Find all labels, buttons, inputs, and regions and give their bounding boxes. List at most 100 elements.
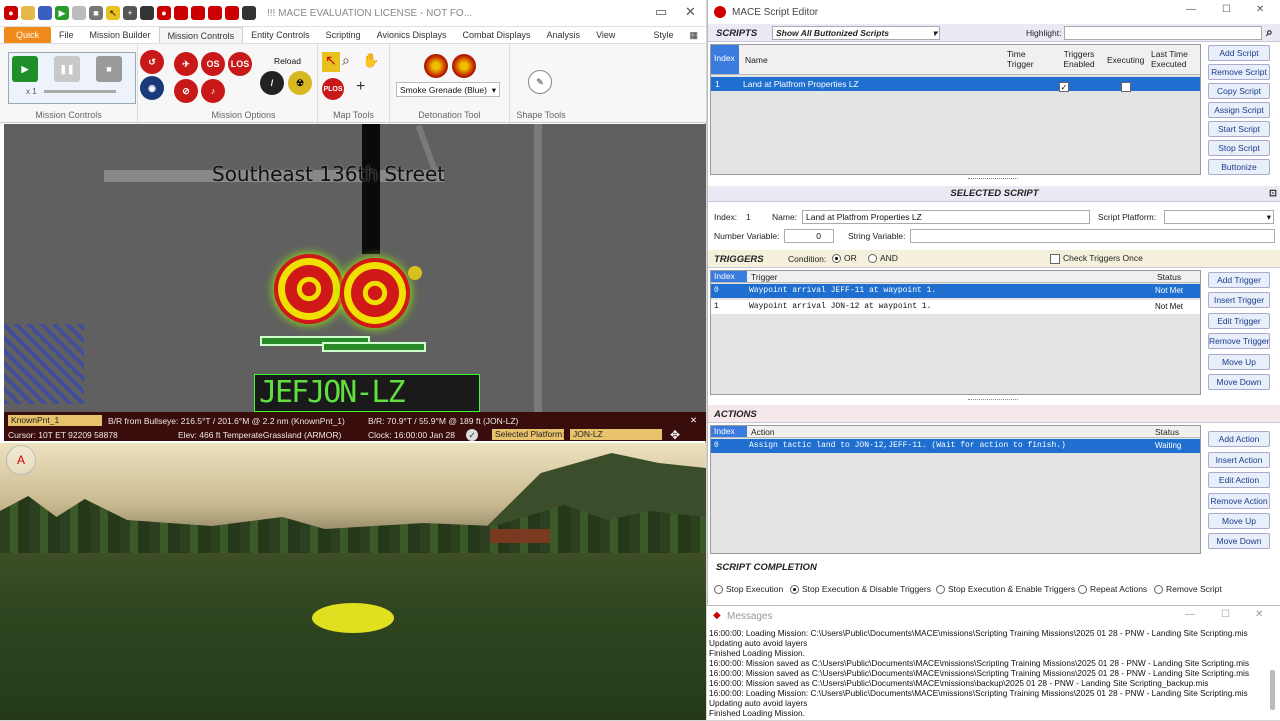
globe-icon[interactable] — [242, 6, 256, 20]
condition-or-radio[interactable]: OR — [832, 253, 857, 264]
tab-avionics-displays[interactable]: Avionics Displays — [369, 27, 455, 43]
script-name-input[interactable]: Land at Platfrom Properties LZ — [802, 210, 1090, 224]
table-row[interactable]: 0 Assign tactic land to JON-12,JEFF-11. … — [711, 439, 1200, 453]
tab-combat-displays[interactable]: Combat Displays — [455, 27, 539, 43]
remove-trigger-button[interactable]: Remove Trigger — [1208, 333, 1270, 349]
record-pause-icon[interactable] — [174, 6, 188, 20]
highlight-input[interactable] — [1064, 26, 1262, 40]
collapse-icon[interactable]: ⊡ — [1269, 186, 1277, 201]
tab-quick[interactable]: Quick — [4, 27, 52, 43]
plos-icon[interactable]: PLOS — [322, 78, 344, 100]
insert-trigger-button[interactable]: Insert Trigger — [1208, 292, 1270, 308]
insert-action-button[interactable]: Insert Action — [1208, 452, 1270, 468]
action-move-up-button[interactable]: Move Up — [1208, 513, 1270, 529]
open-icon[interactable] — [21, 6, 35, 20]
table-row[interactable]: 1 Waypoint arrival JON-12 at waypoint 1.… — [711, 300, 1200, 314]
los-icon[interactable]: LOS — [228, 52, 252, 76]
trigger-move-down-button[interactable]: Move Down — [1208, 374, 1270, 390]
completion-stop-execution-radio[interactable]: Stop Execution — [714, 584, 783, 595]
script-platform-select[interactable]: ▾ — [1164, 210, 1274, 224]
pan-hand-icon[interactable]: ✋ — [362, 52, 379, 69]
clock-check-icon[interactable]: ✓ — [466, 429, 478, 441]
no-weapon-icon[interactable]: ⊘ — [174, 79, 198, 103]
completion-stop-enable-radio[interactable]: Stop Execution & Enable Triggers — [936, 584, 1075, 595]
messages-scrollbar[interactable] — [1270, 670, 1275, 710]
add-trigger-button[interactable]: Add Trigger — [1208, 272, 1270, 288]
edit-trigger-button[interactable]: Edit Trigger — [1208, 313, 1270, 329]
executing-checkbox[interactable] — [1121, 79, 1131, 93]
grid-icon[interactable]: ▦ — [681, 27, 706, 43]
pause-button[interactable]: ❚❚ — [54, 56, 80, 82]
selected-platform-select[interactable]: JON-LZ — [570, 429, 662, 440]
number-variable-input[interactable]: 0 — [784, 229, 834, 243]
tab-mission-builder[interactable]: Mission Builder — [82, 27, 159, 43]
detonation-select[interactable]: Smoke Grenade (Blue) ▾ — [396, 82, 500, 97]
tab-entity-controls[interactable]: Entity Controls — [243, 27, 318, 43]
action-move-down-button[interactable]: Move Down — [1208, 533, 1270, 549]
tactical-map[interactable]: Southeast 136th Street JEFJON-LZ — [4, 124, 706, 412]
reset-icon[interactable]: ↺ — [140, 50, 164, 74]
audio-icon[interactable]: ♪ — [201, 79, 225, 103]
stop-script-button[interactable]: Stop Script — [1208, 140, 1270, 156]
measure-icon[interactable]: + — [356, 78, 365, 96]
minimize-icon[interactable]: — — [1186, 4, 1196, 15]
select-cursor-icon[interactable]: ↖ — [322, 52, 340, 72]
run-button[interactable]: ▶ — [12, 56, 38, 82]
record-icon[interactable]: ● — [157, 6, 171, 20]
known-point-select[interactable]: KnownPnt_1 — [8, 415, 102, 426]
trigger-move-up-button[interactable]: Move Up — [1208, 354, 1270, 370]
speed-slider[interactable] — [44, 90, 116, 93]
compass-icon[interactable]: A — [6, 445, 36, 475]
triggers-enabled-checkbox[interactable]: ✓ — [1059, 79, 1069, 93]
detonation-icon[interactable] — [424, 54, 448, 78]
tab-file[interactable]: File — [51, 27, 82, 43]
save-icon[interactable] — [38, 6, 52, 20]
weapon-icon[interactable]: ✈ — [174, 52, 198, 76]
add-action-button[interactable]: Add Action — [1208, 431, 1270, 447]
edit-action-button[interactable]: Edit Action — [1208, 472, 1270, 488]
completion-stop-disable-radio[interactable]: Stop Execution & Disable Triggers — [790, 584, 931, 595]
tab-mission-controls[interactable]: Mission Controls — [158, 27, 244, 43]
reload-icon[interactable] — [191, 6, 205, 20]
check-triggers-once-checkbox[interactable]: Check Triggers Once — [1050, 253, 1143, 264]
add-script-button[interactable]: Add Script — [1208, 45, 1270, 61]
pencil-icon[interactable]: / — [260, 71, 284, 95]
splitter-handle[interactable] — [968, 178, 1018, 182]
completion-remove-radio[interactable]: Remove Script — [1154, 584, 1222, 595]
table-row[interactable]: 1 Land at Platfrom Properties LZ ✓ — [711, 77, 1200, 93]
tab-view[interactable]: View — [588, 27, 623, 43]
shape-pen-icon[interactable]: ✎ — [528, 70, 552, 94]
table-row[interactable]: 0 Waypoint arrival JEFF-11 at waypoint 1… — [711, 284, 1200, 298]
splitter-handle[interactable] — [968, 399, 1018, 403]
condition-and-radio[interactable]: AND — [868, 253, 898, 264]
assign-script-button[interactable]: Assign Script — [1208, 102, 1270, 118]
globe-mode-icon[interactable]: ◉ — [140, 76, 164, 100]
start-script-button[interactable]: Start Script — [1208, 121, 1270, 137]
remove-script-button[interactable]: Remove Script — [1208, 64, 1270, 80]
marker-icon[interactable] — [225, 6, 239, 20]
detonation-large-icon[interactable] — [452, 54, 476, 78]
close-icon[interactable]: ✕ — [1255, 609, 1263, 620]
radiation-icon[interactable]: ☢ — [288, 71, 312, 95]
tab-scripting[interactable]: Scripting — [318, 27, 369, 43]
maximize-icon[interactable]: ☐ — [1221, 609, 1230, 620]
stop-icon[interactable]: ■ — [89, 6, 103, 20]
play-icon[interactable]: ▶ — [55, 6, 69, 20]
select-arrow-icon[interactable]: ↖ — [106, 6, 120, 20]
tab-analysis[interactable]: Analysis — [539, 27, 589, 43]
remove-action-button[interactable]: Remove Action — [1208, 493, 1270, 509]
script-filter-select[interactable]: Show All Buttonized Scripts ▾ — [772, 26, 940, 40]
crosshair-icon[interactable]: + — [123, 6, 137, 20]
map-tool-icon[interactable] — [208, 6, 222, 20]
move-icon[interactable]: ✥ — [670, 428, 680, 442]
maximize-icon[interactable]: ☐ — [1222, 4, 1231, 15]
close-icon[interactable]: ✕ — [685, 4, 696, 20]
3d-view[interactable]: A — [0, 443, 706, 720]
completion-repeat-radio[interactable]: Repeat Actions — [1078, 584, 1147, 595]
string-variable-input[interactable] — [910, 229, 1275, 243]
buttonize-button[interactable]: Buttonize — [1208, 159, 1270, 175]
jon-12-target-icon[interactable] — [340, 258, 410, 328]
stop-button[interactable]: ■ — [96, 56, 122, 82]
os-icon[interactable]: OS — [201, 52, 225, 76]
pause-icon[interactable] — [72, 6, 86, 20]
